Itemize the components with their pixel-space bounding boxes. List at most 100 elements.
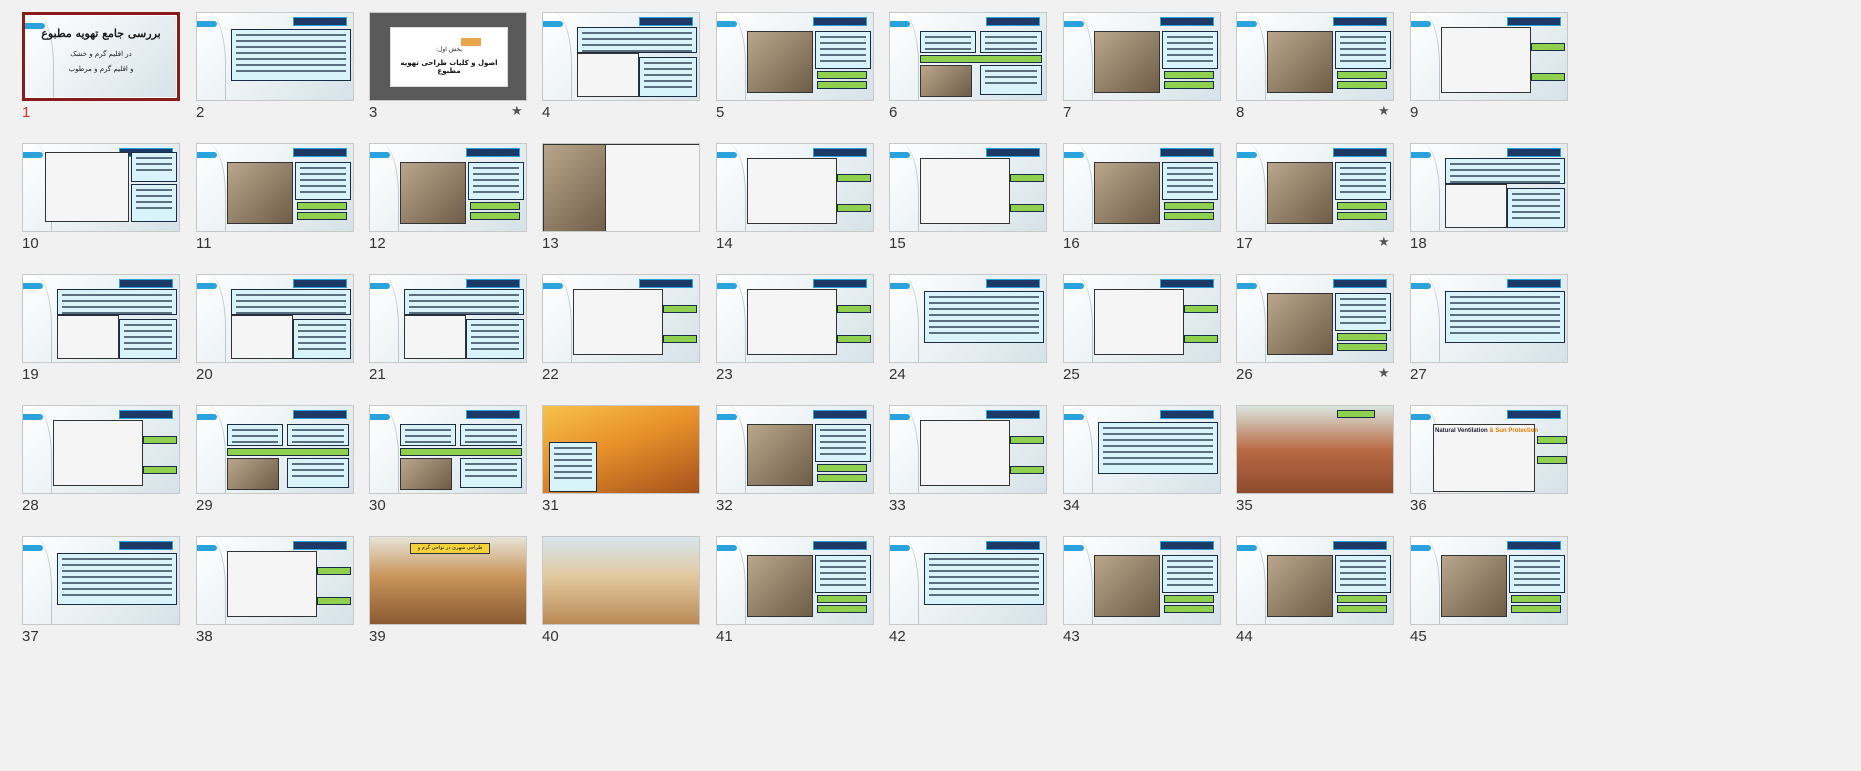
slide-thumbnail[interactable]: [196, 274, 354, 363]
slide-thumbnail[interactable]: [542, 405, 700, 494]
slide-thumbnail[interactable]: [1410, 274, 1568, 363]
slide-37[interactable]: 37: [22, 524, 182, 654]
slide-thumbnail[interactable]: [196, 143, 354, 232]
slide-29[interactable]: 29: [196, 393, 356, 523]
slide-thumbnail[interactable]: [22, 274, 180, 363]
slide-thumbnail[interactable]: [22, 405, 180, 494]
slide-thumbnail[interactable]: [1236, 274, 1394, 363]
slide-thumbnail[interactable]: [22, 143, 180, 232]
slide-6[interactable]: 6: [889, 0, 1049, 130]
text-line: [136, 163, 172, 165]
slide-19[interactable]: 19: [22, 262, 182, 392]
slide-thumbnail[interactable]: [1063, 405, 1221, 494]
accent-tab: [1411, 545, 1431, 551]
slide-20[interactable]: 20: [196, 262, 356, 392]
slide-22[interactable]: 22: [542, 262, 702, 392]
slide-thumbnail[interactable]: [1236, 405, 1394, 494]
slide-18[interactable]: 18: [1410, 131, 1570, 261]
slide-1[interactable]: بررسی جامع تهویه مطبوع در اقلیم گرم و خشک…: [22, 0, 182, 130]
slide-35[interactable]: 35: [1236, 393, 1396, 523]
slide-thumbnail[interactable]: [889, 405, 1047, 494]
slide-44[interactable]: 44: [1236, 524, 1396, 654]
slide-thumbnail[interactable]: [1236, 536, 1394, 625]
slide-15[interactable]: 15: [889, 131, 1049, 261]
slide-thumbnail[interactable]: [1063, 143, 1221, 232]
slide-2[interactable]: 2: [196, 0, 356, 130]
slide-thumbnail[interactable]: [542, 274, 700, 363]
text-line: [62, 558, 172, 560]
slide-13[interactable]: 13: [542, 131, 702, 261]
slide-thumbnail[interactable]: [369, 405, 527, 494]
slide-36[interactable]: Natural Ventilation & Sun Protection 36: [1410, 393, 1570, 523]
slide-thumbnail[interactable]: [1063, 274, 1221, 363]
slide-thumbnail[interactable]: طراحی شهری در نواحی گرم و خشک: [369, 536, 527, 625]
slide-thumbnail[interactable]: [716, 274, 874, 363]
slide-39[interactable]: طراحی شهری در نواحی گرم و خشک 39: [369, 524, 529, 654]
slide-thumbnail[interactable]: [542, 536, 700, 625]
slide-26[interactable]: 26 ★: [1236, 262, 1396, 392]
slide-43[interactable]: 43: [1063, 524, 1223, 654]
slide-4[interactable]: 4: [542, 0, 702, 130]
slide-41[interactable]: 41: [716, 524, 876, 654]
slide-32[interactable]: 32: [716, 393, 876, 523]
slide-8[interactable]: 8 ★: [1236, 0, 1396, 130]
slide-42[interactable]: 42: [889, 524, 1049, 654]
slide-thumbnail[interactable]: [1063, 536, 1221, 625]
slide-thumbnail[interactable]: [369, 143, 527, 232]
slide-7[interactable]: 7: [1063, 0, 1223, 130]
slide-thumbnail[interactable]: [889, 143, 1047, 232]
slide-5[interactable]: 5: [716, 0, 876, 130]
slide-thumbnail[interactable]: [889, 12, 1047, 101]
slide-thumbnail[interactable]: بخش اول: اصول و کلیات طراحی تهویه مطبوع: [369, 12, 527, 101]
slide-thumbnail[interactable]: Natural Ventilation & Sun Protection: [1410, 405, 1568, 494]
slide-9[interactable]: 9: [1410, 0, 1570, 130]
star-icon[interactable]: ★: [511, 104, 523, 119]
slide-thumbnail[interactable]: [716, 143, 874, 232]
slide-thumbnail[interactable]: [1410, 536, 1568, 625]
slide-thumbnail[interactable]: [1410, 143, 1568, 232]
slide-thumbnail[interactable]: [716, 405, 874, 494]
star-icon[interactable]: ★: [1378, 235, 1390, 250]
slide-40[interactable]: 40: [542, 524, 702, 654]
slide-38[interactable]: 38: [196, 524, 356, 654]
slide-thumbnail[interactable]: [716, 536, 874, 625]
slide-33[interactable]: 33: [889, 393, 1049, 523]
star-icon[interactable]: ★: [1378, 104, 1390, 119]
text-box: [924, 291, 1044, 343]
slide-12[interactable]: 12: [369, 131, 529, 261]
slide-thumbnail[interactable]: [889, 536, 1047, 625]
slide-27[interactable]: 27: [1410, 262, 1570, 392]
slide-28[interactable]: 28: [22, 393, 182, 523]
slide-thumbnail[interactable]: بررسی جامع تهویه مطبوع در اقلیم گرم و خشک…: [22, 12, 180, 101]
star-icon[interactable]: ★: [1378, 366, 1390, 381]
slide-30[interactable]: 30: [369, 393, 529, 523]
slide-16[interactable]: 16: [1063, 131, 1223, 261]
slide-thumbnail[interactable]: [716, 12, 874, 101]
slide-thumbnail[interactable]: [369, 274, 527, 363]
slide-11[interactable]: 11: [196, 131, 356, 261]
slide-thumbnail[interactable]: [542, 143, 700, 232]
slide-thumbnail[interactable]: [1236, 143, 1394, 232]
slide-thumbnail[interactable]: [196, 405, 354, 494]
slide-thumbnail[interactable]: [889, 274, 1047, 363]
slide-thumbnail[interactable]: [196, 12, 354, 101]
slide-thumbnail[interactable]: [1236, 12, 1394, 101]
slide-31[interactable]: 31: [542, 393, 702, 523]
slide-thumbnail[interactable]: [542, 12, 700, 101]
slide-thumbnail[interactable]: [1063, 12, 1221, 101]
slide-25[interactable]: 25: [1063, 262, 1223, 392]
text-line: [465, 435, 517, 437]
slide-24[interactable]: 24: [889, 262, 1049, 392]
slide-45[interactable]: 45: [1410, 524, 1570, 654]
slide-21[interactable]: 21: [369, 262, 529, 392]
slide-10[interactable]: 10: [22, 131, 182, 261]
slide-thumbnail[interactable]: [196, 536, 354, 625]
slide-17[interactable]: 17 ★: [1236, 131, 1396, 261]
slide-34[interactable]: 34: [1063, 393, 1223, 523]
slide-14[interactable]: 14: [716, 131, 876, 261]
slide-23[interactable]: 23: [716, 262, 876, 392]
slide-3[interactable]: بخش اول: اصول و کلیات طراحی تهویه مطبوع 3 ★: [369, 0, 529, 130]
slide-number: 7: [1063, 104, 1072, 121]
slide-thumbnail[interactable]: [22, 536, 180, 625]
slide-thumbnail[interactable]: [1410, 12, 1568, 101]
